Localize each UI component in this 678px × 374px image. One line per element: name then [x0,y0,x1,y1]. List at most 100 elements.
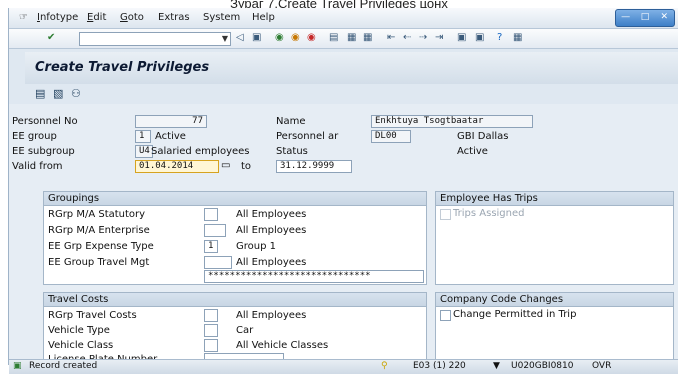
trips-assigned-label: Trips Assigned [453,208,525,219]
company-code-header: Company Code Changes [436,293,673,307]
grouping-label-4: EE Group Travel Mgt [48,257,150,268]
main-content: Personnel No 77 Name Enkhtuya Tsogtbaata… [9,104,678,366]
help-icon[interactable]: ? [497,32,502,43]
menu-help[interactable]: Help [252,12,275,23]
grouping-label-3: EE Grp Expense Type [48,241,154,252]
find-icon[interactable]: ▦ [347,32,356,43]
travel-cost-input-2[interactable] [204,324,218,337]
title-bar: Create Travel Privileges [25,52,678,84]
person-icon[interactable]: ⚇ [71,87,81,100]
travel-cost-label-3: Vehicle Class [48,340,114,351]
next-page-icon[interactable]: ⇢ [419,32,427,43]
ee-group-code: 1 [135,130,151,143]
overview-icon[interactable]: ▤ [35,87,45,100]
grouping-text-4: All Employees [236,257,307,268]
grouping-label-2: RGrp M/A Enterprise [48,225,150,236]
help-status-icon[interactable]: ⚲ [381,361,388,371]
minimize-button[interactable]: — [616,10,635,26]
grouping-input-2[interactable] [204,224,226,237]
name-field: Enkhtuya Tsogtbaatar [371,115,533,128]
travel-cost-text-3: All Vehicle Classes [236,340,329,351]
ee-group-text: Active [155,131,186,142]
grouping-label-1: RGrp M/A Statutory [48,209,146,220]
chevron-down-icon[interactable]: ▼ [222,34,228,43]
first-page-icon[interactable]: ⇤ [387,32,395,43]
change-permitted-label: Change Permitted in Trip [453,309,577,320]
personnel-area-code: DL00 [371,130,411,143]
ee-subgroup-text: Salaried employees [151,146,250,157]
shortcut-icon[interactable]: ▣ [475,32,484,43]
grouping-text-1: All Employees [236,209,307,220]
prev-page-icon[interactable]: ⇠ [403,32,411,43]
company-code-box: Company Code Changes Change Permitted in… [435,292,674,361]
menu-icon[interactable]: ☞ [19,12,28,23]
menu-infotype[interactable]: Infotype [37,12,78,23]
employee-trips-box: Employee Has Trips Trips Assigned [435,191,674,285]
ee-group-label: EE group [12,131,57,142]
valid-to-field[interactable]: 31.12.9999 [276,160,352,173]
travel-costs-header: Travel Costs [44,293,426,307]
status-label: Status [276,146,308,157]
exit-icon[interactable]: ◉ [291,32,300,43]
personnel-no-field: 77 [135,115,207,128]
success-icon: ▣ [13,361,22,371]
change-permitted-checkbox[interactable] [440,310,451,321]
travel-cost-text-2: Car [236,325,254,336]
masked-field[interactable]: ****************************** [204,270,424,283]
status-message: Record created [29,361,98,371]
grouping-input-4[interactable] [204,256,232,269]
grouping-input-1[interactable] [204,208,218,221]
menu-system[interactable]: System [203,12,240,23]
grouping-text-3: Group 1 [236,241,276,252]
grouping-input-3[interactable]: 1 [204,240,218,253]
page-title: Create Travel Privileges [35,60,210,75]
system-info: E03 (1) 220 [413,361,466,371]
travel-cost-text-1: All Employees [236,310,307,321]
copy-icon[interactable]: ▧ [53,87,63,100]
user-info: U020GBI0810 [511,361,574,371]
back-arrow-icon[interactable]: ◁ [236,32,244,43]
menu-goto[interactable]: Goto [120,12,144,23]
calendar-icon[interactable]: ▭ [221,160,230,171]
groupings-box: Groupings RGrp M/A Statutory All Employe… [43,191,427,285]
command-field[interactable]: ▼ [79,32,231,46]
personnel-no-label: Personnel No [12,116,78,127]
groupings-header: Groupings [44,192,426,206]
menu-edit[interactable]: Edit [87,12,106,23]
maximize-button[interactable]: □ [635,10,654,26]
menu-bar: ☞ Infotype Edit Goto Extras System Help … [9,8,678,29]
trips-assigned-checkbox[interactable] [440,209,451,220]
travel-cost-label-2: Vehicle Type [48,325,110,336]
travel-cost-input-3[interactable] [204,339,218,352]
travel-costs-box: Travel Costs RGrp Travel Costs All Emplo… [43,292,427,366]
close-button[interactable]: ✕ [655,10,674,26]
sap-window: ☞ Infotype Edit Goto Extras System Help … [8,8,678,374]
save-icon[interactable]: ▣ [252,32,261,43]
personnel-area-text: GBI Dallas [457,131,509,142]
travel-cost-input-1[interactable] [204,309,218,322]
personnel-area-label: Personnel ar [276,131,339,142]
status-text: Active [457,146,488,157]
last-page-icon[interactable]: ⇥ [435,32,443,43]
print-icon[interactable]: ▤ [329,32,338,43]
enter-icon[interactable]: ✔ [47,32,55,43]
name-label: Name [276,116,306,127]
system-dropdown-icon[interactable]: ▼ [493,361,500,371]
layout-icon[interactable]: ▦ [513,32,522,43]
valid-from-field[interactable]: 01.04.2014 [135,160,219,173]
application-toolbar: ▤ ▧ ⚇ [25,84,678,104]
to-label: to [241,161,252,172]
new-session-icon[interactable]: ▣ [457,32,466,43]
input-mode: OVR [592,361,612,371]
window-controls: — □ ✕ [615,9,675,27]
menu-extras[interactable]: Extras [158,12,190,23]
valid-from-label: Valid from [12,161,63,172]
cancel-icon[interactable]: ◉ [307,32,316,43]
status-bar: ▣ Record created ⚲ E03 (1) 220 ▼ U020GBI… [9,359,678,374]
travel-cost-label-1: RGrp Travel Costs [48,310,137,321]
find-next-icon[interactable]: ▦ [363,32,372,43]
ee-subgroup-label: EE subgroup [12,146,75,157]
back-icon[interactable]: ◉ [275,32,284,43]
employee-trips-header: Employee Has Trips [436,192,673,206]
grouping-text-2: All Employees [236,225,307,236]
